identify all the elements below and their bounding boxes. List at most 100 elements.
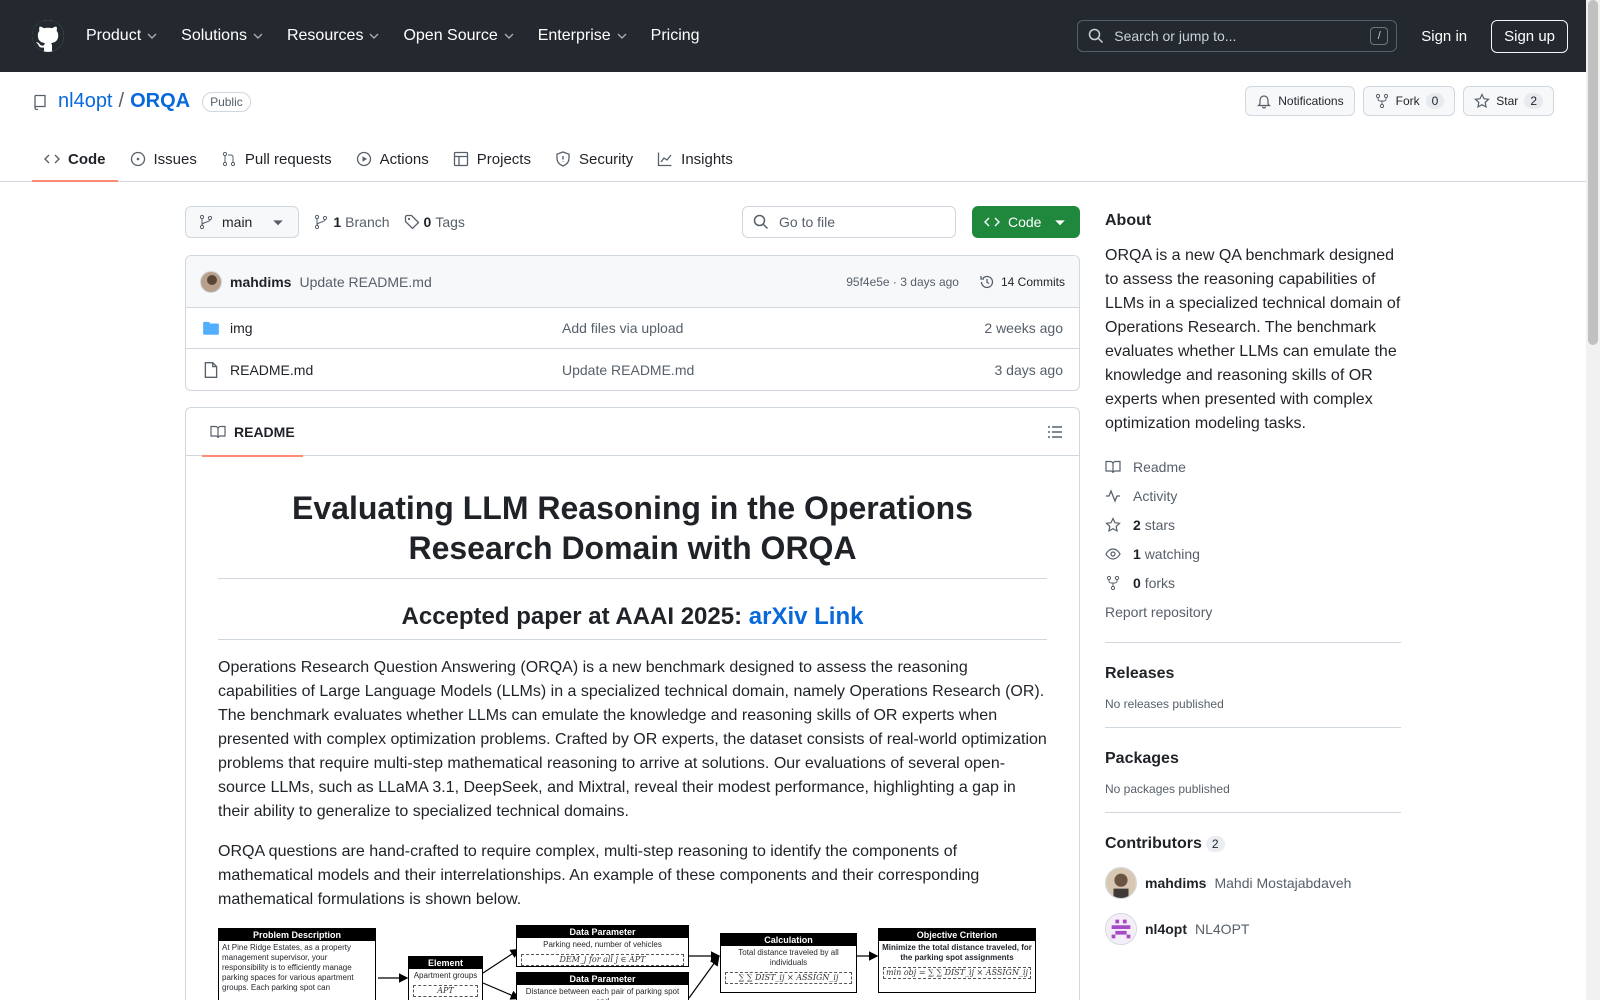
nav-product-label: Product [86, 27, 142, 44]
tab-insights[interactable]: Insights [645, 136, 745, 182]
file-name[interactable]: img [230, 320, 562, 336]
commits-count-label: 14 Commits [1000, 274, 1065, 289]
search-icon [1089, 28, 1104, 44]
search-input[interactable]: Search or jump to... / [1077, 20, 1398, 52]
sign-in-link[interactable]: Sign in [1421, 28, 1467, 45]
branches-link[interactable]: 1 Branch [313, 214, 390, 230]
file-commit-message[interactable]: Add files via upload [562, 320, 984, 336]
releases-heading[interactable]: Releases [1105, 665, 1401, 683]
commit-hash-time[interactable]: 95f4e5e · 3 days ago [846, 275, 959, 289]
contributor-item[interactable]: mahdims Mahdi Mostajabdaveh [1105, 867, 1401, 899]
packages-empty-text: No packages published [1105, 782, 1230, 796]
page-scrollbar[interactable] [1586, 0, 1600, 1000]
list-outline-icon[interactable] [1047, 424, 1063, 440]
search-icon [753, 214, 769, 230]
branch-selector[interactable]: main [185, 206, 300, 238]
scrollbar-thumb[interactable] [1588, 0, 1598, 345]
top-nav: Product Solutions Resources Open Source … [86, 27, 700, 45]
report-repository-link[interactable]: Report repository [1105, 597, 1401, 626]
caret-down-icon [1055, 220, 1065, 226]
figure-element-box: Element Apartment groups APT [408, 956, 483, 1000]
nav-pricing[interactable]: Pricing [651, 27, 700, 45]
figure-data-param-box: Data Parameter Parking need, number of v… [516, 925, 689, 967]
file-row[interactable]: README.md Update README.md 3 days ago [186, 349, 1079, 390]
sidebar-link-stars[interactable]: 2 stars [1105, 510, 1401, 539]
file-browser: mahdims Update README.md 95f4e5e · 3 day… [185, 255, 1080, 391]
tab-security[interactable]: Security [543, 136, 645, 182]
sidebar-link-readme[interactable]: Readme [1105, 452, 1401, 481]
commit-message[interactable]: Update README.md [299, 274, 431, 290]
star-icon [1474, 93, 1491, 109]
eye-icon [1105, 547, 1121, 560]
chevron-down-icon [504, 33, 514, 39]
nav-pricing-label: Pricing [650, 27, 700, 44]
nav-solutions[interactable]: Solutions [181, 27, 263, 45]
sidebar-link-label: forks [1144, 574, 1176, 591]
contributor-name: NL4OPT [1195, 921, 1250, 937]
commit-author[interactable]: mahdims [230, 274, 291, 290]
code-button-label: Code [1008, 214, 1042, 230]
tab-projects[interactable]: Projects [441, 136, 543, 182]
sidebar: About ORQA is a new QA benchmark designe… [1105, 206, 1401, 945]
nav-product[interactable]: Product [86, 27, 157, 45]
contributors-heading[interactable]: Contributors 2 [1105, 835, 1401, 853]
file-name[interactable]: README.md [230, 362, 562, 378]
commits-history-link[interactable]: 14 Commits [979, 274, 1065, 290]
contributor-login: nl4opt [1145, 921, 1187, 937]
repo-actions: Notifications Fork 0 Star 2 [1245, 86, 1554, 116]
repo-owner-link[interactable]: nl4opt [58, 90, 113, 113]
fork-button[interactable]: Fork 0 [1362, 86, 1456, 116]
nav-open-source[interactable]: Open Source [403, 27, 514, 45]
readme-paragraph: Operations Research Question Answering (… [218, 659, 1047, 820]
star-button[interactable]: Star 2 [1463, 86, 1554, 116]
file-row[interactable]: img Add files via upload 2 weeks ago [186, 308, 1079, 349]
figure-objective-title: Objective Criterion [879, 929, 1035, 941]
tags-link[interactable]: 0 Tags [404, 214, 465, 230]
contributor-item[interactable]: nl4opt NL4OPT [1105, 913, 1401, 945]
fork-icon [1375, 93, 1388, 109]
sign-up-button[interactable]: Sign up [1491, 19, 1568, 53]
tab-pull-requests[interactable]: Pull requests [209, 136, 344, 182]
bell-icon [1257, 95, 1272, 109]
readme-tab-label: README [234, 423, 295, 440]
readme-panel: README Evaluating LLM Reasoning in the O… [185, 407, 1080, 1000]
tab-code-label: Code [68, 150, 106, 168]
code-dropdown-button[interactable]: Code [972, 206, 1080, 238]
nav-enterprise-label: Enterprise [537, 27, 611, 44]
avatar[interactable] [200, 270, 222, 293]
packages-heading[interactable]: Packages [1105, 750, 1401, 768]
contributors-section: Contributors 2 mahdims Mahdi Mostajabdave… [1105, 812, 1401, 945]
pulse-icon [1106, 488, 1120, 503]
tab-actions[interactable]: Actions [344, 136, 441, 182]
tab-projects-label: Projects [476, 150, 531, 168]
play-icon [356, 151, 371, 167]
sidebar-link-forks[interactable]: 0 forks [1105, 568, 1401, 597]
go-to-file-input[interactable]: Go to file [742, 206, 956, 238]
file-date: 3 days ago [994, 361, 1064, 378]
tab-code[interactable]: Code [32, 136, 118, 182]
tab-pull-requests-label: Pull requests [244, 150, 332, 168]
shield-icon [556, 151, 570, 167]
figure-element-value: Apartment groups [413, 971, 478, 980]
repo-name-link[interactable]: ORQA [130, 90, 190, 113]
tab-issues[interactable]: Issues [118, 136, 209, 182]
file-commit-message[interactable]: Update README.md [562, 362, 995, 378]
sidebar-link-activity[interactable]: Activity [1105, 481, 1401, 510]
github-logo-icon[interactable] [32, 20, 64, 52]
nav-enterprise[interactable]: Enterprise [538, 27, 627, 45]
figure-data-param-math: DEM_j for all j ∈ APT [521, 954, 684, 966]
tab-issues-label: Issues [153, 150, 197, 168]
forks-count: 0 [1133, 574, 1141, 591]
notifications-button[interactable]: Notifications [1245, 86, 1355, 116]
repo-tabs: Code Issues Pull requests Actions Projec… [32, 136, 745, 182]
readme-tab[interactable]: README [202, 408, 303, 457]
search-shortcut-key: / [1370, 27, 1389, 45]
arxiv-link[interactable]: arXiv Link [749, 603, 864, 630]
nav-resources[interactable]: Resources [287, 27, 379, 45]
visibility-badge: Public [202, 91, 251, 112]
stars-count: 2 [1133, 516, 1141, 533]
figure-problem-title: Problem Description [219, 929, 375, 941]
latest-commit-bar: mahdims Update README.md 95f4e5e · 3 day… [186, 256, 1079, 308]
sidebar-link-watching[interactable]: 1 watching [1105, 539, 1401, 568]
figure-element-math: APT [413, 985, 478, 997]
